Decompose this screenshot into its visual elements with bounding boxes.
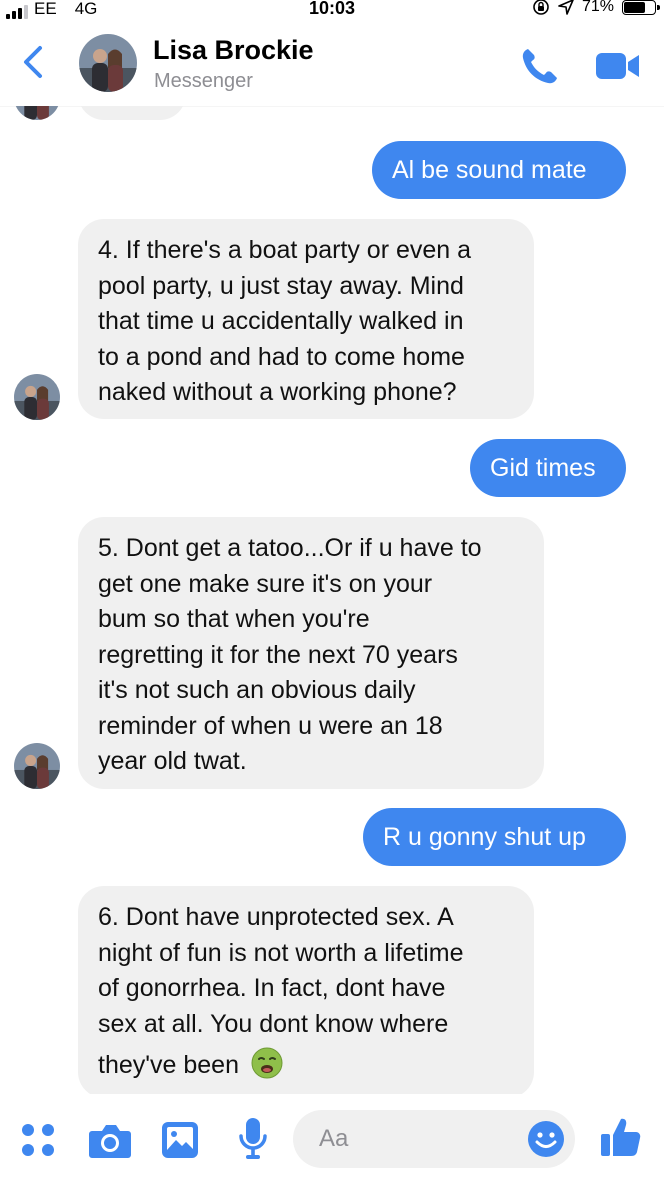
message-thread[interactable]: Al be sound mate 4. If there's a boat pa… — [0, 106, 664, 1094]
message-input[interactable]: Aa — [293, 1110, 575, 1168]
contact-subtitle: Messenger — [154, 70, 253, 92]
nauseated-face-emoji — [251, 1047, 283, 1079]
message-line: night of fun is not worth a lifetime — [98, 938, 464, 967]
contact-avatar-small — [14, 374, 60, 420]
message-line: that time u accidentally walked in — [98, 307, 464, 335]
outgoing-message-bubble[interactable]: Al be sound mate — [372, 141, 626, 199]
message-line: year old twat. — [98, 747, 247, 775]
message-line: get one make sure it's on your — [98, 569, 433, 598]
thumbs-up-icon[interactable] — [598, 1114, 644, 1160]
avatar-photo — [79, 34, 137, 92]
battery-percent: 71% — [581, 0, 614, 15]
incoming-message-bubble[interactable]: 4. If there's a boat party or even a poo… — [78, 219, 534, 419]
contact-avatar-small — [14, 106, 60, 120]
message-line: reminder of when u were an 18 — [98, 711, 443, 740]
battery-fill — [624, 1, 646, 13]
message-line: regretting it for the next 70 years — [98, 640, 458, 669]
orientation-lock-icon — [533, 0, 549, 15]
message-line: sex at all. You dont know where — [98, 1009, 449, 1038]
outgoing-message-bubble[interactable]: Gid times — [470, 439, 626, 497]
message-line: 6. Dont have unprotected sex. A — [98, 903, 454, 931]
outgoing-message-bubble[interactable]: R u gonny shut up — [363, 808, 626, 866]
message-line: it's not such an obvious daily — [98, 676, 416, 704]
message-input-placeholder: Aa — [319, 1125, 349, 1152]
message-line: naked without a working phone? — [98, 378, 457, 406]
camera-icon[interactable] — [88, 1122, 132, 1160]
status-right: 71% — [532, 0, 660, 16]
phone-icon[interactable] — [518, 44, 562, 88]
message-line-text: they've been — [98, 1051, 239, 1079]
message-composer: Aa — [0, 1094, 664, 1178]
message-text: Gid times — [490, 454, 596, 482]
chat-header: Lisa Brockie Messenger — [0, 20, 664, 106]
message-line: pool party, u just stay away. Mind — [98, 271, 464, 300]
message-text: R u gonny shut up — [383, 823, 586, 851]
menu-dots-icon[interactable] — [20, 1122, 56, 1158]
contact-avatar-small — [14, 743, 60, 789]
image-icon[interactable] — [160, 1120, 200, 1160]
contact-name[interactable]: Lisa Brockie — [153, 35, 314, 66]
video-camera-icon[interactable] — [594, 48, 642, 84]
location-arrow-icon — [558, 0, 574, 15]
message-line: 5. Dont get a tatoo...Or if u have to — [98, 534, 482, 562]
message-text: Al be sound mate — [392, 156, 587, 184]
message-line: 4. If there's a boat party or even a — [98, 236, 472, 264]
emoji-icon[interactable] — [527, 1120, 565, 1158]
message-line: bum so that when you're — [98, 605, 370, 633]
status-bar: EE 4G 10:03 71% — [0, 0, 664, 20]
chevron-left-icon[interactable] — [18, 42, 48, 82]
battery-icon — [622, 0, 660, 15]
contact-avatar[interactable] — [79, 34, 137, 92]
message-line: they've been — [98, 1046, 514, 1084]
previous-message-bubble — [78, 106, 186, 120]
incoming-message-bubble[interactable]: 5. Dont get a tatoo...Or if u have to ge… — [78, 517, 544, 789]
message-line: to a pond and had to come home — [98, 342, 465, 371]
incoming-message-bubble[interactable]: 6. Dont have unprotected sex. A night of… — [78, 886, 534, 1094]
message-line: of gonorrhea. In fact, dont have — [98, 974, 446, 1002]
microphone-icon[interactable] — [236, 1116, 270, 1162]
